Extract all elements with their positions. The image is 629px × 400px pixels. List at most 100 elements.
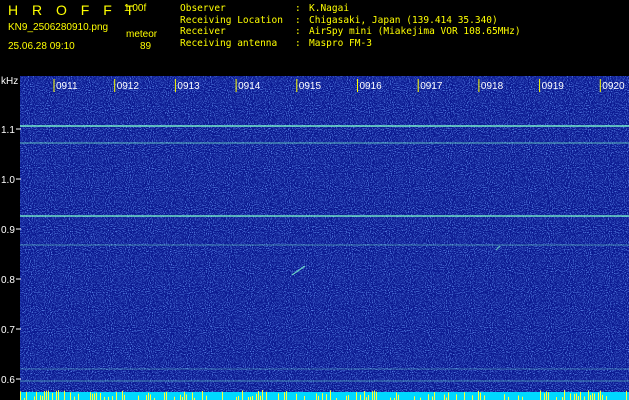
bottom-spike — [206, 395, 207, 400]
bottom-spike — [70, 392, 71, 400]
bottom-spike — [112, 396, 113, 400]
bottom-spike — [304, 395, 305, 400]
bottom-spike — [346, 395, 347, 400]
bottom-spike — [602, 394, 603, 400]
bottom-spike — [40, 395, 41, 400]
bottom-spike — [544, 393, 545, 400]
bottom-spike — [124, 394, 125, 400]
bottom-spike — [94, 393, 95, 400]
bottom-spike — [58, 390, 59, 400]
bottom-spike — [478, 390, 479, 400]
x-tick-label: 0911 — [56, 81, 78, 92]
bottom-spike — [592, 393, 593, 400]
bottom-band — [20, 392, 629, 400]
bottom-spike — [150, 394, 151, 400]
bottom-spike — [258, 390, 259, 400]
bottom-spike — [580, 391, 581, 400]
bottom-spike — [242, 390, 243, 400]
bottom-spike — [92, 393, 93, 400]
bottom-spike — [286, 391, 287, 400]
bottom-spike — [504, 394, 505, 400]
bottom-spike — [598, 392, 599, 400]
bottom-spike — [180, 394, 181, 400]
bottom-spike — [326, 394, 327, 400]
bottom-spike — [222, 391, 223, 400]
bottom-spike — [96, 392, 97, 400]
bottom-spike — [296, 393, 297, 400]
x-tick-label: 0920 — [602, 81, 625, 92]
bottom-spike — [428, 394, 429, 400]
bottom-spike — [374, 390, 375, 400]
bottom-spike — [260, 395, 261, 400]
bottom-spike — [20, 391, 21, 400]
bottom-spike — [448, 392, 449, 400]
bottom-spike — [578, 395, 579, 400]
bottom-spike — [480, 392, 481, 400]
bottom-spike — [238, 395, 239, 400]
bottom-spike — [376, 391, 377, 400]
bottom-spike — [600, 390, 601, 400]
bottom-spike — [588, 390, 589, 400]
bottom-spike — [540, 390, 541, 400]
bottom-spike — [584, 396, 585, 400]
bottom-spike — [626, 390, 627, 400]
bottom-spike — [266, 391, 267, 400]
x-tick-label: 0918 — [481, 81, 504, 92]
bottom-spike — [564, 390, 565, 400]
bottom-spike — [348, 395, 349, 400]
bottom-spike — [330, 390, 331, 400]
bottom-spike — [472, 395, 473, 400]
y-unit-label: kHz — [1, 76, 18, 87]
bottom-spike — [36, 391, 37, 400]
y-tick-label: 0.7 — [1, 325, 15, 336]
bottom-spike — [606, 396, 607, 400]
bottom-spike — [146, 395, 147, 400]
bottom-spike — [256, 393, 257, 400]
bottom-spike — [546, 391, 547, 400]
bottom-spike — [116, 392, 117, 400]
bottom-spike — [322, 393, 323, 400]
bottom-spike — [518, 395, 519, 400]
bottom-spike — [284, 392, 285, 400]
bottom-spike — [78, 393, 79, 400]
bottom-spike — [576, 393, 577, 400]
bottom-spike — [164, 392, 165, 400]
bottom-spike — [456, 394, 457, 400]
spectrogram-svg: 1.1 1.0 0.9 0.8 0.7 0.6 0911 0912 0913 0914 0915 09… — [1, 76, 629, 400]
bottom-spike — [122, 390, 123, 400]
bottom-spike — [46, 390, 47, 400]
bottom-spike — [360, 394, 361, 400]
bottom-spike — [100, 393, 101, 400]
bottom-spike — [368, 394, 369, 400]
bottom-spike — [166, 391, 167, 400]
bottom-spike — [464, 392, 465, 400]
bottom-spike — [594, 393, 595, 400]
bottom-spike — [278, 393, 279, 400]
bottom-spike — [252, 396, 253, 400]
x-tick-label: 0916 — [360, 81, 383, 92]
bottom-spike — [184, 391, 185, 400]
x-tick-label: 0912 — [117, 81, 140, 92]
x-tick-label: 0914 — [238, 81, 261, 92]
bottom-spike — [316, 393, 317, 400]
bottom-spike — [484, 395, 485, 400]
x-tick-label: 0919 — [542, 81, 565, 92]
bottom-spike — [148, 392, 149, 400]
x-tick-label: 0913 — [177, 81, 200, 92]
bottom-spike — [356, 392, 357, 400]
bottom-spike — [372, 391, 373, 400]
bottom-spike — [548, 392, 549, 400]
bottom-spike — [570, 393, 571, 400]
x-tick-label: 0915 — [299, 81, 322, 92]
y-tick-label: 0.6 — [1, 375, 15, 386]
bottom-spike — [396, 392, 397, 400]
bottom-spike — [432, 396, 433, 400]
bottom-spike — [414, 396, 415, 400]
bottom-spike — [202, 390, 203, 400]
spectrogram-noise — [20, 76, 629, 400]
y-tick-label: 0.8 — [1, 275, 15, 286]
bottom-spike — [444, 394, 445, 400]
x-tick-label: 0917 — [420, 81, 443, 92]
bottom-spike — [574, 393, 575, 400]
bottom-spike — [42, 395, 43, 400]
